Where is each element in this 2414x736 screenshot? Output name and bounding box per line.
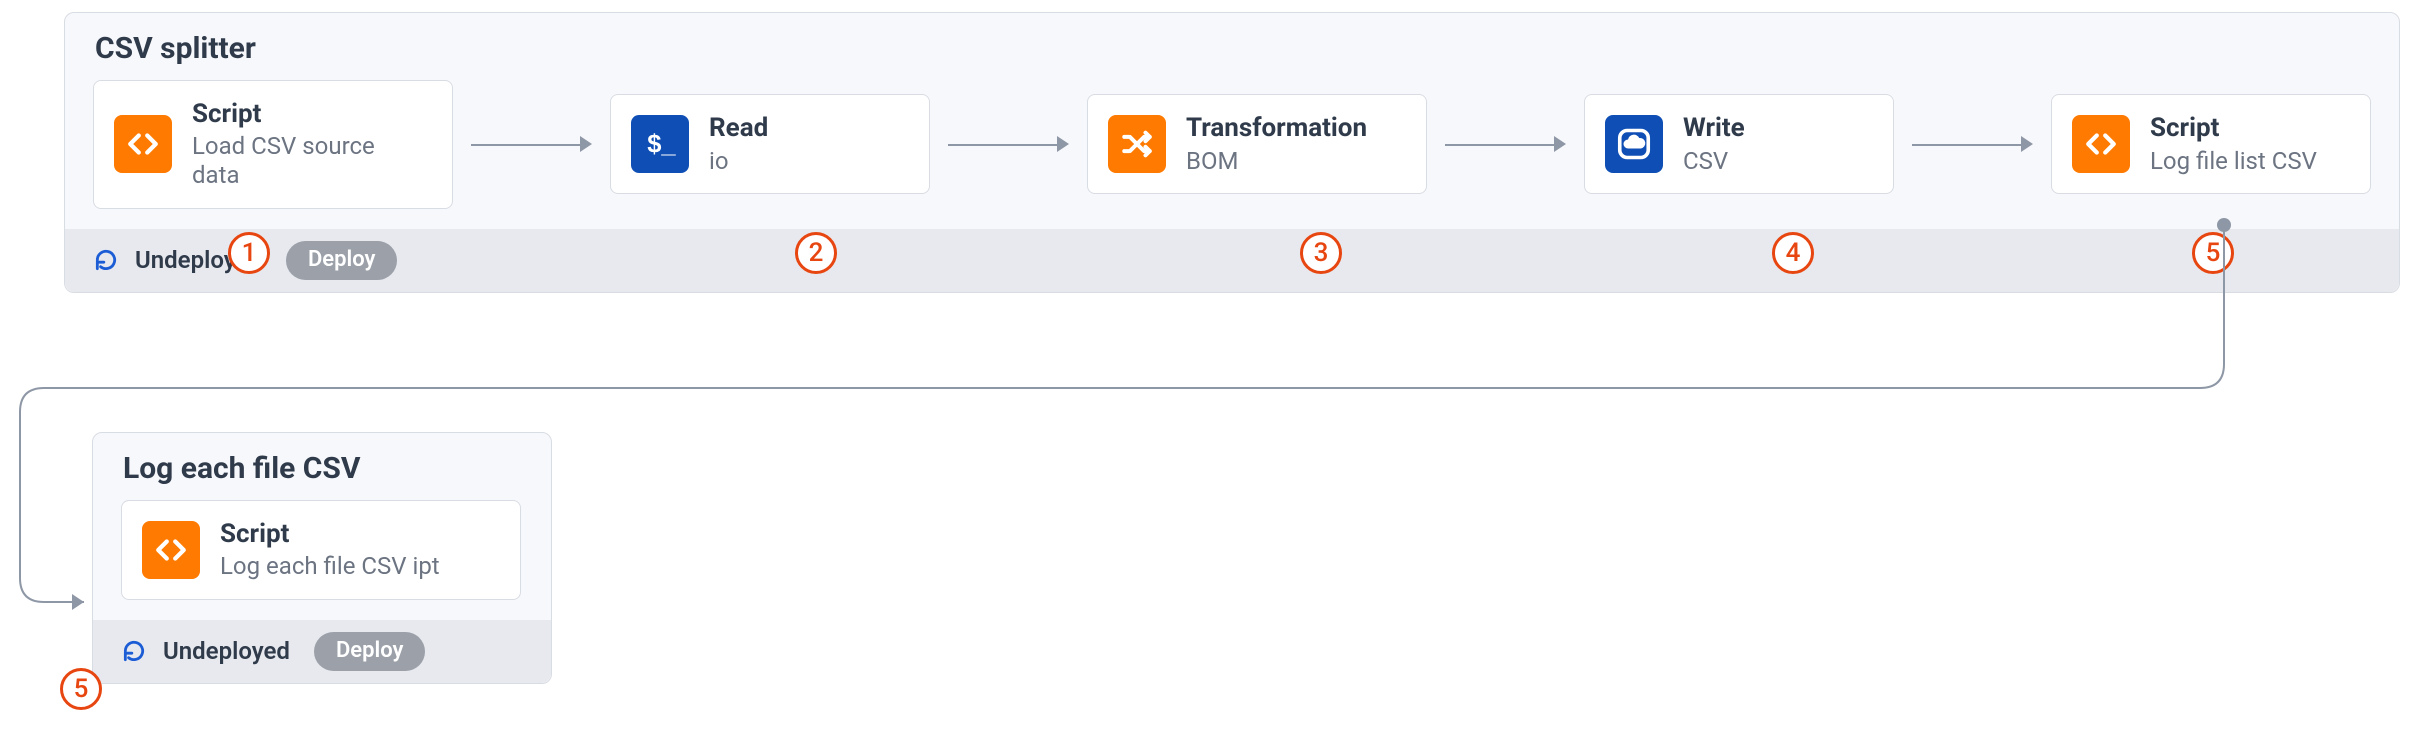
callout-5: 5 (2192, 232, 2234, 274)
step-subtitle: Log file list CSV (2150, 147, 2317, 176)
deploy-button[interactable]: Deploy (314, 632, 425, 671)
operation-body: Script Load CSV source data $_ Read io (65, 80, 2399, 229)
callout-1: 1 (228, 232, 270, 274)
step-subtitle: io (709, 147, 768, 176)
callout-4: 4 (1772, 232, 1814, 274)
step-script-logeach[interactable]: Script Log each file CSV ipt (121, 500, 521, 600)
step-write-csv[interactable]: Write CSV (1584, 94, 1894, 194)
connector-start-dot (2217, 218, 2231, 232)
arrow-icon (942, 143, 1075, 145)
step-subtitle: Log each file CSV ipt (220, 552, 440, 581)
callout-5b: 5 (60, 668, 102, 710)
arrow-icon (1439, 143, 1572, 145)
operation-csv-splitter[interactable]: CSV splitter Script Load CSV source data (64, 12, 2400, 293)
arrow-icon (1906, 143, 2039, 145)
step-title: Script (192, 99, 424, 130)
operation-log-each-file[interactable]: Log each file CSV Script Log each file C… (92, 432, 552, 684)
operation-title: Log each file CSV (93, 433, 551, 500)
code-brackets-icon (114, 115, 172, 173)
shuffle-arrows-icon (1108, 115, 1166, 173)
step-title: Script (2150, 113, 2317, 144)
operation-footer: Undeployed Deploy (93, 620, 551, 683)
undeployed-icon (93, 247, 119, 273)
deploy-button[interactable]: Deploy (286, 241, 397, 280)
step-script-load[interactable]: Script Load CSV source data (93, 80, 453, 209)
undeployed-icon (121, 638, 147, 664)
code-brackets-icon (2072, 115, 2130, 173)
operation-body: Script Log each file CSV ipt (93, 500, 551, 620)
step-title: Write (1683, 113, 1745, 144)
operation-footer: Undeployed Deploy (65, 229, 2399, 292)
step-title: Read (709, 113, 768, 144)
step-script-logfilelist[interactable]: Script Log file list CSV (2051, 94, 2371, 194)
code-brackets-icon (142, 521, 200, 579)
dollar-terminal-icon: $_ (631, 115, 689, 173)
svg-text:$_: $_ (647, 131, 676, 159)
callout-3: 3 (1300, 232, 1342, 274)
step-subtitle: Load CSV source data (192, 132, 424, 190)
arrow-icon (465, 143, 598, 145)
step-title: Script (220, 519, 440, 550)
step-read-io[interactable]: $_ Read io (610, 94, 930, 194)
callout-2: 2 (795, 232, 837, 274)
cloud-icon (1605, 115, 1663, 173)
deployment-status: Undeployed (163, 637, 290, 665)
step-subtitle: BOM (1186, 147, 1367, 176)
operation-title: CSV splitter (65, 13, 2399, 80)
step-transformation-bom[interactable]: Transformation BOM (1087, 94, 1427, 194)
step-title: Transformation (1186, 113, 1367, 144)
step-subtitle: CSV (1683, 147, 1745, 176)
